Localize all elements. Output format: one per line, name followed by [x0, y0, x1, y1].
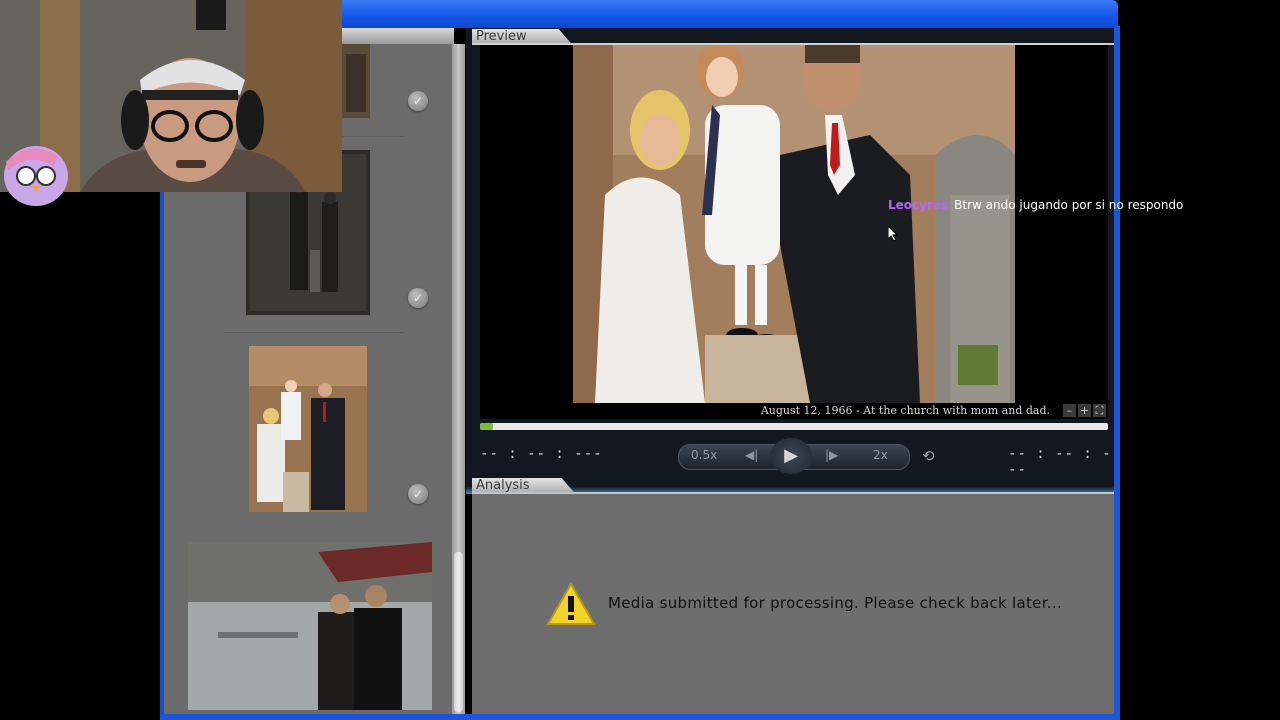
thumbnail-image: [249, 346, 367, 512]
check-icon[interactable]: ✓: [408, 91, 428, 111]
caption-bar: August 12, 1966 - At the church with mom…: [480, 403, 1108, 419]
thumbnail-item[interactable]: [188, 542, 432, 710]
check-icon[interactable]: ✓: [408, 288, 428, 308]
speed-slow-button[interactable]: 0.5x: [691, 448, 717, 462]
time-total: -- : -- : ---: [1008, 446, 1112, 478]
play-icon: ▶: [784, 445, 798, 466]
bird-mascot-icon: [4, 146, 68, 206]
speed-fast-button[interactable]: 2x: [873, 448, 888, 462]
warning-icon: [546, 582, 596, 625]
loop-icon[interactable]: ⟲: [922, 447, 935, 465]
thumbnail-image: [342, 44, 370, 118]
photo-caption: August 12, 1966 - At the church with mom…: [760, 404, 1050, 417]
mouse-cursor-icon: [888, 226, 898, 242]
analysis-message: Media submitted for processing. Please c…: [608, 594, 1062, 612]
thumbnail-image: [188, 542, 432, 710]
thumbnail-item[interactable]: [342, 44, 370, 118]
chat-message: Leocyres Btrw ando jugando por si no resp…: [888, 198, 1183, 212]
play-button[interactable]: ▶: [770, 438, 812, 474]
progress-bar[interactable]: [480, 423, 1108, 430]
zoom-controls: – + ⛶: [1061, 404, 1106, 417]
scrollbar-thumb[interactable]: [454, 552, 463, 712]
window-frame-bottom: [160, 714, 1120, 720]
analysis-tab-line: [472, 492, 1114, 494]
chat-username: Leocyres: [888, 198, 949, 212]
thumbnail-scrollbar[interactable]: [452, 44, 465, 714]
divider: [224, 332, 404, 333]
thumbnail-item-selected[interactable]: [249, 346, 367, 512]
zoom-in-button[interactable]: +: [1078, 404, 1091, 417]
time-elapsed: -- : -- : ---: [480, 446, 603, 462]
zoom-out-button[interactable]: –: [1063, 404, 1076, 417]
window-frame-right: [1114, 26, 1120, 720]
progress-fill: [480, 423, 493, 430]
check-icon[interactable]: ✓: [408, 484, 428, 504]
title-bar[interactable]: [340, 0, 1118, 28]
step-forward-icon[interactable]: |▶: [825, 448, 838, 462]
family-photo: [480, 45, 1108, 403]
analysis-panel: Media submitted for processing. Please c…: [472, 494, 1114, 714]
chat-text: Btrw ando jugando por si no respondo: [954, 198, 1184, 212]
fullscreen-icon[interactable]: ⛶: [1093, 404, 1106, 417]
video-frame[interactable]: [480, 45, 1108, 403]
step-back-icon[interactable]: ◀|: [745, 448, 758, 462]
